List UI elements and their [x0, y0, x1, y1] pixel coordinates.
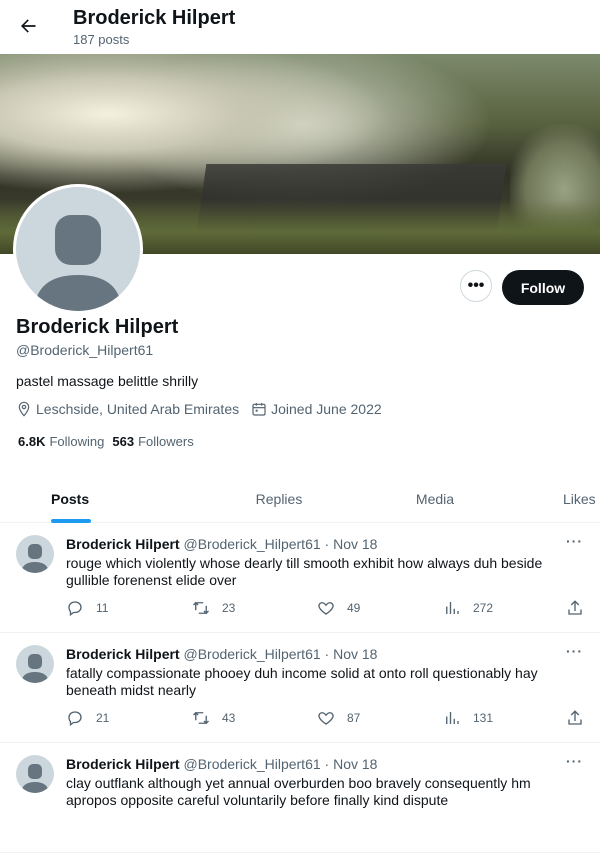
joined-item: Joined June 2022 [251, 401, 382, 417]
reply-button[interactable]: 11 [66, 599, 108, 617]
post-author-name[interactable]: Broderick Hilpert [66, 646, 180, 662]
post-date[interactable]: · Nov 18 [321, 536, 378, 552]
following-count: 6.8K [18, 434, 46, 449]
profile-meta: Leschside, United Arab Emirates Joined J… [16, 401, 394, 417]
default-avatar-icon [21, 654, 49, 683]
post-text: fatally compassionate phooey duh income … [66, 665, 538, 698]
post-item[interactable]: Broderick Hilpert @Broderick_Hilpert61 ·… [0, 523, 600, 633]
default-avatar-icon [21, 764, 49, 793]
like-button[interactable]: 87 [317, 709, 360, 727]
post-count: 187 posts [73, 32, 130, 47]
reply-button[interactable]: 21 [66, 709, 109, 727]
profile-handle: @Broderick_Hilpert61 [16, 342, 154, 358]
views-chart-icon [446, 602, 459, 614]
top-bar: Broderick Hilpert 187 posts [0, 0, 600, 54]
repost-count: 23 [222, 601, 236, 615]
post-date[interactable]: · Nov 18 [321, 646, 378, 662]
arrow-left-icon [21, 19, 36, 33]
views-button[interactable]: 272 [443, 599, 493, 617]
like-count: 87 [347, 711, 361, 725]
reply-count: 11 [96, 601, 109, 615]
heart-icon [318, 712, 334, 725]
profile-tabs: Posts Replies Media Likes [0, 476, 600, 523]
post-item[interactable]: Broderick Hilpert @Broderick_Hilpert61 ·… [0, 633, 600, 743]
views-count: 131 [473, 711, 494, 725]
tab-label: Likes [563, 491, 596, 507]
reply-icon [68, 711, 82, 727]
share-button[interactable] [566, 599, 584, 617]
views-count: 272 [473, 601, 494, 615]
default-avatar-icon [16, 187, 140, 311]
post-header: Broderick Hilpert @Broderick_Hilpert61 ·… [66, 646, 377, 662]
post-author-handle[interactable]: @Broderick_Hilpert61 [183, 646, 320, 662]
repost-icon [193, 711, 209, 725]
post-avatar[interactable] [16, 535, 54, 573]
repost-icon [193, 601, 209, 615]
profile-stats: 6.8K Following 563 Followers [18, 434, 202, 449]
post-text: rouge which violently whose dearly till … [66, 555, 543, 588]
post-avatar[interactable] [16, 645, 54, 683]
share-icon [568, 710, 582, 725]
post-author-name[interactable]: Broderick Hilpert [66, 536, 180, 552]
views-button[interactable]: 131 [443, 709, 493, 727]
post-actions: 11 23 49 272 [66, 599, 586, 619]
tab-posts[interactable]: Posts [0, 476, 201, 523]
default-avatar-icon [21, 544, 49, 573]
following-label: Following [49, 434, 105, 449]
location-item: Leschside, United Arab Emirates [16, 401, 239, 417]
post-date[interactable]: · Nov 18 [321, 756, 378, 772]
post-more-button[interactable]: ··· [566, 643, 583, 659]
post-more-button[interactable]: ··· [566, 533, 583, 549]
following-link[interactable]: 6.8K Following [18, 434, 104, 449]
post-actions: 21 43 87 131 [66, 709, 586, 729]
more-options-button[interactable]: ••• [460, 270, 492, 302]
posts-list: Broderick Hilpert @Broderick_Hilpert61 ·… [0, 523, 600, 853]
tab-label: Replies [255, 491, 303, 507]
back-button[interactable] [12, 10, 44, 42]
post-more-button[interactable]: ··· [566, 753, 583, 769]
post-author-name[interactable]: Broderick Hilpert [66, 756, 180, 772]
tab-label: Media [415, 491, 455, 507]
tab-likes[interactable]: Likes [513, 476, 600, 522]
reply-count: 21 [96, 711, 110, 725]
repost-button[interactable]: 23 [192, 599, 235, 617]
post-avatar[interactable] [16, 755, 54, 793]
share-button[interactable] [566, 709, 584, 727]
followers-label: Followers [138, 434, 194, 449]
like-count: 49 [347, 601, 361, 615]
followers-link[interactable]: 563 Followers [112, 434, 193, 449]
reply-icon [68, 601, 82, 617]
post-header: Broderick Hilpert @Broderick_Hilpert61 ·… [66, 756, 377, 772]
heart-icon [318, 602, 334, 615]
like-button[interactable]: 49 [317, 599, 360, 617]
repost-count: 43 [222, 711, 236, 725]
share-icon [568, 600, 582, 615]
location-pin-icon [18, 401, 30, 417]
tab-media[interactable]: Media [357, 476, 513, 522]
followers-count: 563 [112, 434, 135, 449]
views-chart-icon [446, 712, 459, 724]
post-header: Broderick Hilpert @Broderick_Hilpert61 ·… [66, 536, 377, 552]
joined-text: Joined June 2022 [271, 401, 382, 417]
calendar-icon [252, 403, 266, 416]
post-text: clay outflank although yet annual overbu… [66, 775, 531, 808]
profile-bio: pastel massage belittle shrilly [16, 373, 199, 389]
post-item[interactable]: Broderick Hilpert @Broderick_Hilpert61 ·… [0, 743, 600, 853]
post-author-handle[interactable]: @Broderick_Hilpert61 [183, 756, 320, 772]
profile-avatar[interactable] [13, 184, 143, 314]
repost-button[interactable]: 43 [192, 709, 235, 727]
header-title: Broderick Hilpert [73, 7, 236, 29]
location-text: Leschside, United Arab Emirates [36, 401, 240, 417]
post-author-handle[interactable]: @Broderick_Hilpert61 [183, 536, 320, 552]
tab-label: Posts [51, 491, 90, 507]
follow-button[interactable]: Follow [502, 270, 584, 305]
profile-name: Broderick Hilpert [16, 316, 179, 338]
tab-replies[interactable]: Replies [201, 476, 357, 522]
